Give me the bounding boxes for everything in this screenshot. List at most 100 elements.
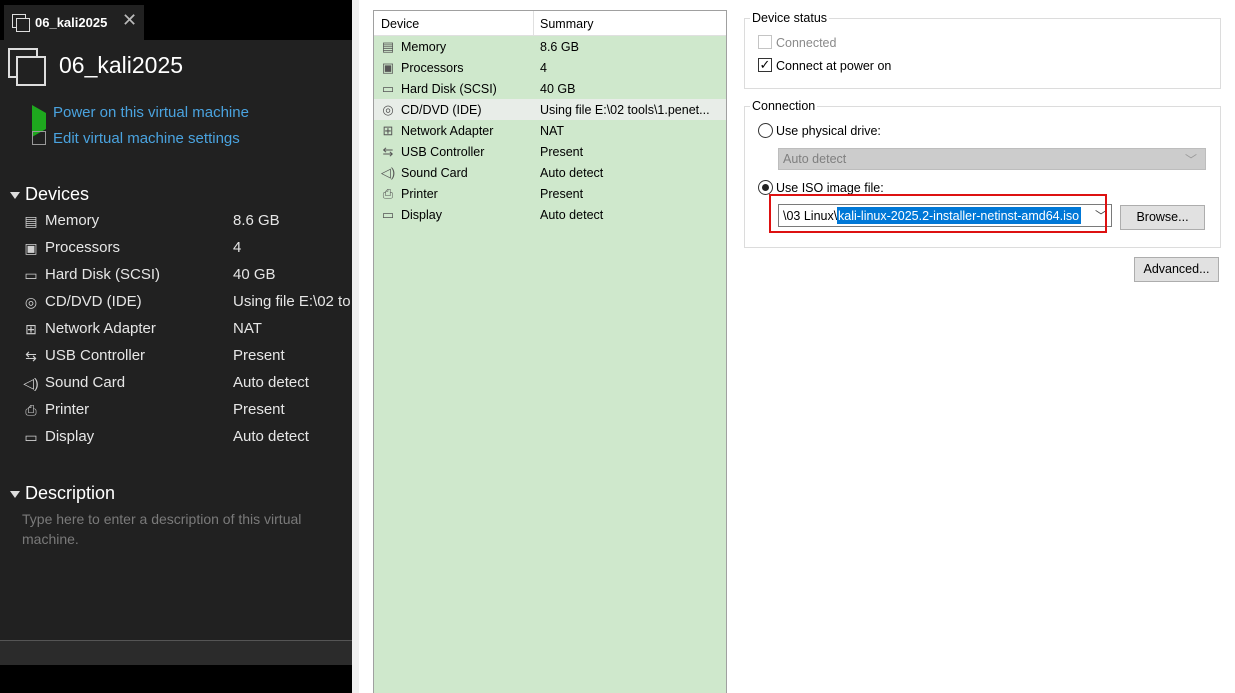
list-item-summary: Auto detect: [540, 166, 604, 180]
list-item-sound-card[interactable]: ◁) Sound Card Auto detect: [374, 162, 726, 183]
device-value: Using file E:\02 to: [233, 293, 351, 310]
memory-icon: ▤: [381, 39, 395, 54]
device-value: Present: [233, 401, 285, 418]
list-item-hard-disk[interactable]: ▭ Hard Disk (SCSI) 40 GB: [374, 78, 726, 99]
use-iso-image-radio[interactable]: [758, 180, 773, 195]
list-item-display[interactable]: ▭ Display Auto detect: [374, 204, 726, 225]
device-name: Printer: [45, 401, 90, 418]
cd-dvd-icon: ◎: [382, 102, 394, 117]
list-item-summary: Auto detect: [540, 208, 604, 222]
processor-icon: ▣: [24, 240, 38, 256]
device-name: Processors: [45, 239, 121, 256]
list-item-name: Processors: [401, 61, 464, 75]
connect-at-power-on-checkbox[interactable]: ✓: [758, 58, 772, 72]
advanced-button[interactable]: Advanced...: [1134, 257, 1219, 282]
network-adapter-icon: ⊞: [25, 321, 37, 337]
browse-button[interactable]: Browse...: [1120, 205, 1205, 230]
list-item-summary: NAT: [540, 124, 565, 138]
device-list-header: Device Summary: [374, 11, 726, 36]
device-row-processors[interactable]: ▣ Processors 4: [0, 235, 352, 262]
device-row-network-adapter[interactable]: ⊞ Network Adapter NAT: [0, 316, 352, 343]
left-footer-strip: [0, 665, 352, 693]
device-row-cd-dvd[interactable]: ◎ CD/DVD (IDE) Using file E:\02 to: [0, 289, 352, 316]
collapse-triangle-icon: [10, 191, 20, 199]
edit-settings-label: Edit virtual machine settings: [53, 130, 240, 147]
device-name: USB Controller: [45, 347, 146, 364]
sound-icon: ◁): [380, 165, 396, 180]
device-name: Memory: [45, 212, 100, 229]
device-row-printer[interactable]: ⎙ Printer Present: [0, 397, 352, 424]
collapse-triangle-icon: [10, 490, 20, 498]
device-value: Present: [233, 347, 285, 364]
device-value: 40 GB: [233, 266, 276, 283]
list-item-processors[interactable]: ▣ Processors 4: [374, 57, 726, 78]
sound-icon: ◁): [23, 375, 39, 391]
list-item-memory[interactable]: ▤ Memory 8.6 GB: [374, 36, 726, 57]
close-tab-icon[interactable]: ✕: [122, 10, 137, 30]
red-highlight-box: [769, 194, 1107, 233]
use-physical-drive-radio[interactable]: [758, 123, 773, 138]
list-item-usb-controller[interactable]: ⇆ USB Controller Present: [374, 141, 726, 162]
device-name: Display: [45, 428, 95, 445]
list-item-summary: Using file E:\02 tools\1.penet...: [540, 103, 710, 117]
hard-disk-icon: ▭: [381, 81, 395, 96]
column-separator[interactable]: [533, 11, 534, 35]
list-item-printer[interactable]: ⎙ Printer Present: [374, 183, 726, 204]
vm-tab-icon: [12, 14, 30, 32]
vm-tab-label: 06_kali2025: [35, 15, 108, 30]
connect-at-power-on-label: Connect at power on: [776, 59, 892, 73]
hard-disk-icon: ▭: [24, 267, 38, 283]
tab-bar: 06_kali2025 ✕: [0, 0, 352, 40]
device-status-title: Device status: [750, 11, 830, 25]
column-header-summary[interactable]: Summary: [540, 17, 593, 31]
device-value: 8.6 GB: [233, 212, 280, 229]
chevron-down-icon: ﹀: [1184, 153, 1197, 167]
edit-settings-icon: [32, 131, 46, 145]
list-item-summary: Present: [540, 187, 584, 201]
list-item-summary: 40 GB: [540, 82, 576, 96]
device-row-hard-disk[interactable]: ▭ Hard Disk (SCSI) 40 GB: [0, 262, 352, 289]
list-item-name: Display: [401, 208, 442, 222]
physical-drive-value: Auto detect: [783, 152, 847, 166]
list-item-name: Sound Card: [401, 166, 468, 180]
device-name: Hard Disk (SCSI): [45, 266, 161, 283]
device-row-sound-card[interactable]: ◁) Sound Card Auto detect: [0, 370, 352, 397]
device-status-group: [744, 18, 1221, 89]
description-section-header[interactable]: Description: [10, 483, 115, 504]
device-row-display[interactable]: ▭ Display Auto detect: [0, 424, 352, 451]
memory-icon: ▤: [24, 213, 38, 229]
usb-icon: ⇆: [25, 348, 37, 364]
vm-tab[interactable]: 06_kali2025 ✕: [4, 5, 144, 40]
list-item-name: Printer: [401, 187, 438, 201]
device-name: CD/DVD (IDE): [45, 293, 142, 310]
processor-icon: ▣: [381, 60, 395, 75]
device-list[interactable]: Device Summary ▤ Memory 8.6 GB ▣ Process…: [373, 10, 727, 693]
vm-title: 06_kali2025: [59, 52, 184, 78]
list-item-cd-dvd[interactable]: ◎ CD/DVD (IDE) Using file E:\02 tools\1.…: [374, 99, 726, 120]
list-item-network-adapter[interactable]: ⊞ Network Adapter NAT: [374, 120, 726, 141]
device-value: NAT: [233, 320, 262, 337]
printer-icon: ⎙: [25, 402, 37, 418]
connected-checkbox[interactable]: [758, 35, 772, 49]
physical-drive-select[interactable]: Auto detect ﹀: [778, 148, 1206, 170]
use-physical-drive-label: Use physical drive:: [776, 124, 881, 138]
device-name: Sound Card: [45, 374, 126, 391]
power-on-label: Power on this virtual machine: [53, 104, 249, 121]
devices-section-header[interactable]: Devices: [10, 184, 89, 205]
use-iso-image-label: Use ISO image file:: [776, 181, 884, 195]
list-item-summary: 8.6 GB: [540, 40, 579, 54]
list-item-name: CD/DVD (IDE): [401, 103, 482, 117]
connection-title: Connection: [750, 99, 818, 113]
column-header-device[interactable]: Device: [381, 17, 419, 31]
devices-section-title: Devices: [25, 184, 90, 204]
description-placeholder[interactable]: Type here to enter a description of this…: [22, 509, 342, 549]
connected-label: Connected: [776, 36, 837, 50]
device-value: Auto detect: [233, 374, 309, 391]
device-row-usb-controller[interactable]: ⇆ USB Controller Present: [0, 343, 352, 370]
device-value: 4: [233, 239, 242, 256]
list-item-name: Hard Disk (SCSI): [401, 82, 497, 96]
device-row-memory[interactable]: ▤ Memory 8.6 GB: [0, 208, 352, 235]
list-item-name: USB Controller: [401, 145, 485, 159]
usb-icon: ⇆: [382, 144, 394, 159]
vm-icon: [8, 48, 46, 86]
